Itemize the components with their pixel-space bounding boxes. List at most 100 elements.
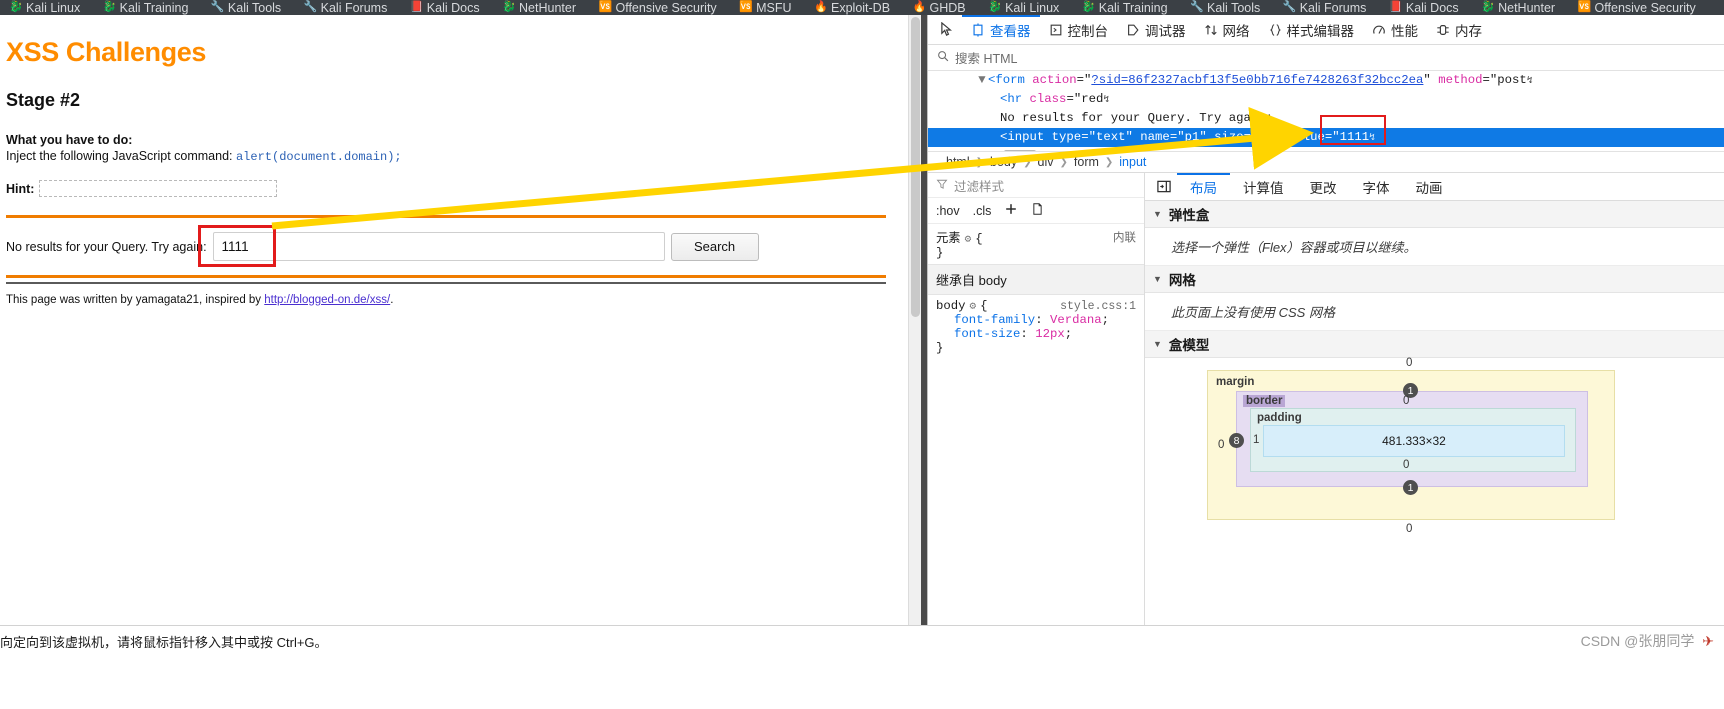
page-scrollbar[interactable]	[908, 15, 921, 625]
hover-toggle-button[interactable]: :hov	[936, 204, 960, 218]
breadcrumb: html ❯ body ❯ div ❯ form ❯ input	[928, 151, 1724, 173]
tab-style-editor[interactable]: 样式编辑器	[1259, 15, 1364, 44]
tab-debugger[interactable]: 调试器	[1117, 15, 1195, 44]
panel-expand-icon[interactable]	[1151, 174, 1177, 200]
hr-tag: <hr	[1000, 92, 1023, 106]
html-search-bar[interactable]: 搜索 HTML	[928, 45, 1724, 71]
bookmark-item[interactable]: 🔧 Kali Forums	[304, 1, 388, 15]
element-picker-icon[interactable]	[932, 16, 962, 44]
layout-tab-computed[interactable]: 计算值	[1230, 173, 1297, 200]
bookmark-item[interactable]: 🔧 Kali Tools	[1190, 1, 1260, 15]
input-type-attr: type	[1051, 130, 1082, 144]
box-model-margin-left[interactable]: 0	[1218, 439, 1224, 451]
bookmark-item[interactable]: 🐉 Kali Linux	[988, 1, 1059, 15]
stage-heading: Stage #2	[6, 90, 81, 110]
tab-memory[interactable]: 内存	[1427, 15, 1491, 44]
breadcrumb-body[interactable]: body	[990, 155, 1017, 169]
element-rule-close: }	[936, 246, 944, 260]
markup-line-form[interactable]: ▼ <form action="?sid=86f2327acbf13f5e0bb7…	[928, 71, 1724, 90]
bookmark-label: NetHunter	[1498, 0, 1556, 15]
breadcrumb-div[interactable]: div	[1038, 155, 1054, 169]
rules-pane: 过滤样式 :hov .cls 元素 ⚙{ 内联 } 继承自 body body …	[928, 173, 1145, 636]
layout-tab-animations[interactable]: 动画	[1403, 173, 1456, 200]
empty-node-badge: 空白	[1004, 150, 1036, 151]
wrench-icon: 🔧	[303, 1, 318, 13]
book-icon: 📕	[1388, 1, 1403, 13]
box-model-padding-left[interactable]: 8	[1229, 433, 1244, 448]
wrench-icon: 🔧	[210, 1, 225, 13]
query-result-text: No results for your Query. Try again:	[6, 239, 207, 254]
box-model-padding-top[interactable]: 0	[1403, 395, 1409, 407]
gear-icon[interactable]: ⚙	[970, 301, 977, 313]
bookmark-label: Kali Docs	[1405, 0, 1459, 15]
box-model-border-left[interactable]: 1	[1253, 434, 1259, 446]
bookmark-item[interactable]: 🐉 NetHunter	[502, 1, 576, 15]
box-model-padding-bottom[interactable]: 0	[1403, 459, 1409, 471]
input-type-value[interactable]: text	[1096, 130, 1126, 144]
box-model-margin-top[interactable]: 0	[1406, 357, 1412, 369]
box-model-content-area[interactable]: 481.333×32	[1263, 425, 1565, 457]
hint-box	[39, 180, 278, 197]
bookmark-item[interactable]: 🔥 Exploit-DB	[814, 1, 890, 15]
tab-console[interactable]: 控制台	[1040, 15, 1118, 44]
bookmark-item[interactable]: 📕 Kali Docs	[410, 1, 480, 15]
credit-link[interactable]: http://blogged-on.de/xss/	[264, 294, 390, 306]
element-rule-selector[interactable]: 元素	[936, 232, 961, 246]
divider-orange-top	[6, 215, 886, 218]
expand-twisty-icon[interactable]: ▼	[976, 71, 988, 90]
search-button[interactable]: Search	[670, 232, 759, 261]
bookmark-item[interactable]: 🆚 MSFU	[739, 1, 791, 15]
boxmodel-section-label: 盒模型	[1168, 338, 1210, 353]
bookmark-item[interactable]: 🐉 Kali Linux	[9, 1, 80, 15]
plus-icon[interactable]	[1004, 202, 1018, 219]
filter-styles-input[interactable]: 过滤样式	[928, 173, 1144, 198]
input-value-value[interactable]: 1111	[1340, 130, 1370, 144]
body-rule-source[interactable]: style.css:1	[1060, 300, 1136, 313]
declaration-font-size[interactable]: font-size: 12px;	[936, 327, 1136, 341]
box-model-margin-bottom[interactable]: 0	[1406, 523, 1412, 535]
bookmark-item[interactable]: 🐉 NetHunter	[1481, 1, 1555, 15]
markup-line-hr[interactable]: <hr class="red↯	[928, 90, 1724, 109]
breadcrumb-form[interactable]: form	[1074, 155, 1099, 169]
box-model-border-bottom[interactable]: 1	[1403, 480, 1418, 495]
input-size-value[interactable]: 50	[1258, 130, 1273, 144]
bookmark-item[interactable]: 🆚 Offensive Security	[598, 1, 716, 15]
flexbox-section-header[interactable]: ▼ 弹性盒	[1145, 201, 1724, 228]
tab-inspector[interactable]: 查看器	[962, 15, 1040, 44]
search-input[interactable]	[212, 232, 665, 261]
class-toggle-button[interactable]: .cls	[973, 204, 992, 218]
bookmark-item[interactable]: 🐉 Kali Training	[1082, 1, 1168, 15]
web-page-viewport: XSS Challenges Stage #2 What you have to…	[0, 15, 908, 625]
grid-section-header[interactable]: ▼ 网格	[1145, 266, 1724, 293]
bookmark-item[interactable]: 🔥 GHDB	[913, 1, 966, 15]
input-name-value[interactable]: p1	[1185, 130, 1200, 144]
bookmark-item[interactable]: 🔧 Kali Tools	[211, 1, 281, 15]
body-rule-selector[interactable]: body	[936, 299, 966, 313]
bookmark-item[interactable]: 🔧 Kali Forums	[1283, 1, 1367, 15]
declaration-font-family[interactable]: font-family: Verdana;	[936, 313, 1136, 327]
layout-pane: 布局 计算值 更改 字体 动画 ▼ 弹性盒 选择一个弹性（Flex）容器或项目以…	[1145, 173, 1724, 636]
form-method-value[interactable]: post	[1497, 73, 1527, 87]
tab-performance[interactable]: 性能	[1363, 15, 1427, 44]
markup-line-input-selected[interactable]: <input type="text" name="p1" size="50" v…	[928, 128, 1724, 147]
boxmodel-section-header[interactable]: ▼ 盒模型	[1145, 331, 1724, 358]
bookmark-item[interactable]: 🐉 Kali Training	[103, 1, 189, 15]
hr-class-value[interactable]: red	[1081, 92, 1103, 106]
bookmark-item[interactable]: 🆚 Offensive Security	[1578, 1, 1696, 15]
form-action-value[interactable]: ?sid=86f2327acbf13f5e0bb716fe7428263f32b…	[1091, 73, 1423, 87]
page-scrollbar-thumb[interactable]	[911, 17, 920, 317]
markup-line-textnode[interactable]: No results for your Query. Try again:	[928, 109, 1724, 128]
box-model-margin-label: margin	[1216, 376, 1255, 388]
breadcrumb-input[interactable]: input	[1119, 155, 1146, 169]
layout-tab-fonts[interactable]: 字体	[1350, 173, 1403, 200]
element-rule-source[interactable]: 内联	[1113, 229, 1136, 245]
gear-icon[interactable]: ⚙	[965, 234, 972, 246]
layout-tab-changes[interactable]: 更改	[1297, 173, 1350, 200]
tab-network[interactable]: 网络	[1195, 15, 1259, 44]
document-icon[interactable]	[1031, 202, 1044, 219]
breadcrumb-html[interactable]: html	[946, 155, 970, 169]
layout-tab-layout[interactable]: 布局	[1177, 173, 1230, 200]
bookmark-item[interactable]: 📕 Kali Docs	[1389, 1, 1459, 15]
form-action-attr: action	[1032, 73, 1077, 87]
form-method-attr: method	[1438, 73, 1483, 87]
